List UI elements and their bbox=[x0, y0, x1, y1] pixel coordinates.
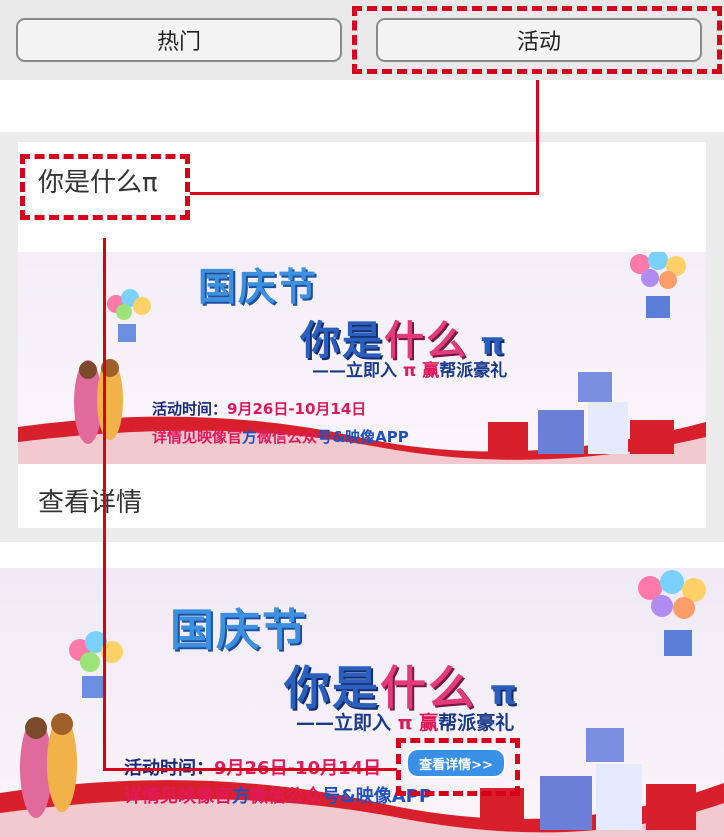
detail-4: 微信公众 bbox=[250, 786, 322, 807]
sub-pi: π bbox=[397, 361, 423, 381]
banner-time: 活动时间：9月26日-10月14日 bbox=[152, 398, 366, 419]
detail-1: 详情见 bbox=[152, 428, 198, 446]
banner-subtitle: ——立即入 π 赢帮派豪礼 bbox=[296, 708, 514, 735]
highlight-card-title bbox=[20, 154, 190, 220]
banner-detail: 详情见映像官方微信公众号&映像APP bbox=[152, 426, 409, 447]
title-part-1: 你是 bbox=[284, 661, 380, 715]
banner-time: 活动时间：9月26日-10月14日 bbox=[124, 754, 381, 780]
highlight-activity-tab bbox=[352, 6, 722, 74]
sub-pi: π bbox=[391, 712, 420, 734]
sub-red: 赢 bbox=[419, 712, 439, 734]
detail-1: 详情见 bbox=[124, 786, 178, 807]
detail-2: 映像官 bbox=[197, 428, 243, 446]
banner-title-1: 国庆节 bbox=[198, 265, 319, 309]
detail-2: 映像官 bbox=[178, 786, 232, 807]
view-details-link[interactable]: 查看详情 bbox=[38, 482, 142, 519]
time-label: 活动时间： bbox=[152, 400, 228, 418]
banner-detail: 详情见映像官方微信公众号&映像APP bbox=[124, 782, 432, 808]
detail-4: 微信公众 bbox=[257, 428, 318, 446]
title-part-3: π bbox=[476, 673, 519, 713]
connector-line bbox=[103, 768, 397, 771]
title-part-2: 什么 bbox=[380, 661, 476, 715]
detail-3: 方 bbox=[232, 786, 250, 807]
connector-line bbox=[536, 80, 539, 194]
highlight-detail-button bbox=[396, 738, 520, 796]
banner-subtitle: ——立即入 π 赢帮派豪礼 bbox=[312, 356, 507, 381]
spacer bbox=[0, 80, 724, 132]
sub-red: 赢 bbox=[422, 361, 440, 381]
banner-title-1: 国庆节 bbox=[170, 605, 308, 656]
connector-line bbox=[103, 238, 106, 770]
detail-5: 号&映像APP bbox=[317, 428, 409, 446]
detail-banner-image[interactable]: 国庆节 你是什么 π ——立即入 π 赢帮派豪礼 活动时间：9月26日-10月1… bbox=[0, 568, 724, 837]
sub-rest: 帮派豪礼 bbox=[439, 361, 508, 381]
sub-rest: 帮派豪礼 bbox=[438, 712, 515, 734]
detail-3: 方 bbox=[242, 428, 258, 446]
sub-prefix: ——立即入 bbox=[312, 361, 397, 381]
sub-prefix: ——立即入 bbox=[296, 712, 392, 734]
tab-hot[interactable]: 热门 bbox=[16, 18, 342, 62]
card-banner-image[interactable]: 国庆节 你是什么 π ——立即入 π 赢帮派豪礼 活动时间：9月26日-10月1… bbox=[18, 252, 706, 464]
connector-line bbox=[190, 192, 539, 195]
time-value: 9月26日-10月14日 bbox=[227, 400, 367, 418]
